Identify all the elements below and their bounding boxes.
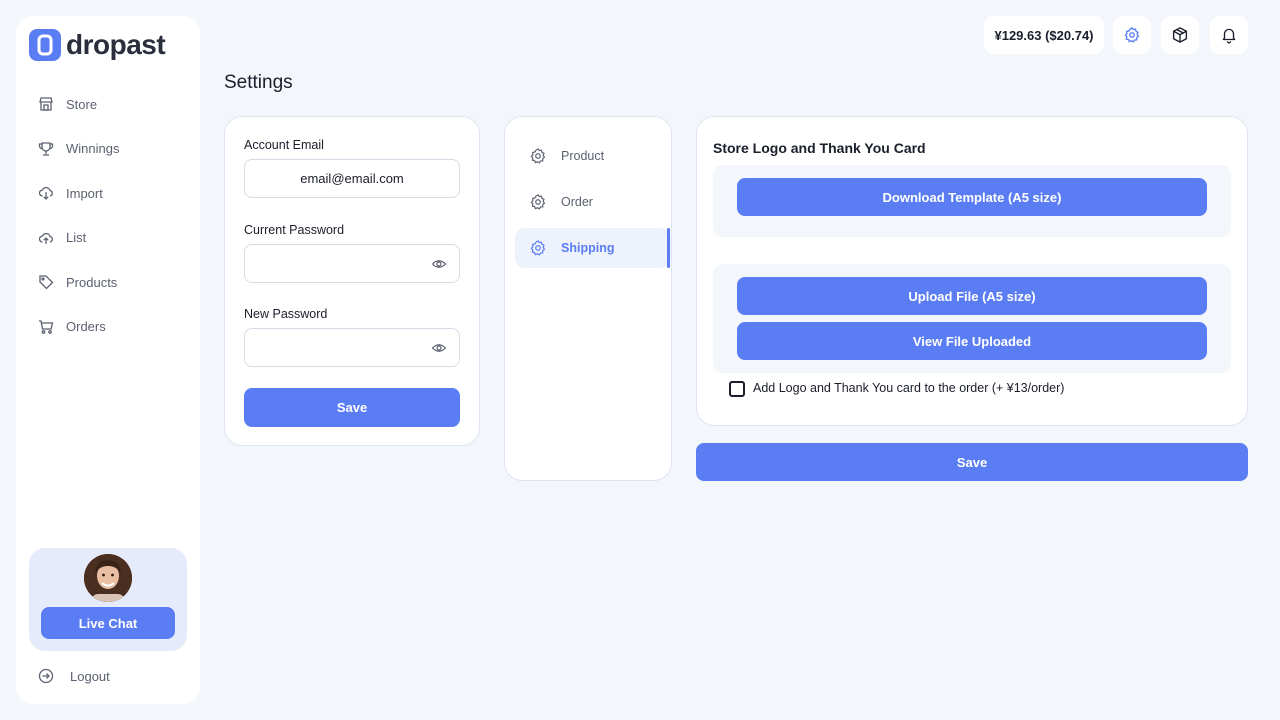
sidebar-item-products[interactable]: Products: [16, 260, 200, 305]
bell-icon: [1222, 28, 1236, 44]
section-title: Store Logo and Thank You Card: [713, 140, 926, 156]
save-account-button[interactable]: Save: [244, 388, 460, 427]
logout-icon: [38, 668, 54, 684]
gear-icon: [530, 148, 546, 164]
current-password-field[interactable]: [244, 244, 460, 283]
live-chat-button[interactable]: Live Chat: [41, 607, 175, 639]
sidebar-item-label: List: [66, 230, 87, 246]
save-shipping-button[interactable]: Save: [696, 443, 1248, 481]
tag-icon: [39, 275, 54, 290]
email-label: Account Email: [244, 138, 324, 152]
sidebar-item-winnings[interactable]: Winnings: [16, 127, 200, 172]
settings-tabs-card: Product Order Shipping: [504, 116, 672, 481]
logout-button[interactable]: Logout: [38, 668, 110, 684]
packages-button[interactable]: [1161, 16, 1199, 54]
current-password-label: Current Password: [244, 223, 345, 237]
page-title: Settings: [224, 72, 293, 93]
account-card: Account Email Current Password New Passw…: [224, 116, 480, 446]
new-password-label: New Password: [244, 307, 328, 321]
add-logo-checkbox-label[interactable]: Add Logo and Thank You card to the order…: [753, 381, 1064, 395]
sidebar-item-import[interactable]: Import: [16, 171, 200, 216]
sidebar-item-label: Orders: [66, 319, 106, 335]
add-logo-checkbox[interactable]: [729, 381, 745, 397]
tab-shipping[interactable]: Shipping: [515, 228, 671, 268]
shipping-settings-card: Store Logo and Thank You Card Download T…: [696, 116, 1248, 426]
gear-icon: [530, 240, 546, 256]
sidebar-item-orders[interactable]: Orders: [16, 305, 200, 350]
avatar: [84, 554, 132, 602]
eye-icon[interactable]: [431, 256, 447, 272]
brand-name: dropast: [66, 29, 166, 60]
logo-mark-icon: [29, 29, 61, 61]
sidebar-item-label: Import: [66, 185, 103, 201]
view-file-button[interactable]: View File Uploaded: [737, 322, 1207, 360]
logout-label: Logout: [70, 668, 110, 684]
tab-label: Shipping: [561, 241, 615, 255]
template-panel: Download Template (A5 size): [713, 165, 1231, 237]
brand-logo[interactable]: dropast: [29, 29, 166, 61]
sidebar-item-label: Winnings: [66, 141, 120, 157]
tab-product[interactable]: Product: [515, 136, 671, 176]
store-icon: [39, 97, 53, 111]
gear-icon: [530, 194, 546, 210]
eye-icon[interactable]: [431, 340, 447, 356]
download-template-button[interactable]: Download Template (A5 size): [737, 178, 1207, 216]
trophy-icon: [38, 142, 54, 156]
email-field[interactable]: [244, 159, 460, 198]
upload-panel: Upload File (A5 size) View File Uploaded: [713, 264, 1231, 373]
box-icon: [1172, 27, 1188, 43]
active-tab-indicator: [667, 228, 670, 268]
tab-label: Order: [561, 195, 593, 209]
notifications-button[interactable]: [1210, 16, 1248, 54]
wallet-balance[interactable]: ¥129.63 ($20.74): [984, 16, 1104, 54]
live-chat-card: Live Chat: [29, 548, 187, 651]
sidebar-item-store[interactable]: Store: [16, 82, 200, 127]
sidebar-nav: Store Winnings Import List Products Orde…: [16, 82, 200, 349]
cart-icon: [39, 320, 54, 334]
cloud-download-icon: [38, 187, 53, 201]
upload-file-button[interactable]: Upload File (A5 size): [737, 277, 1207, 315]
new-password-field[interactable]: [244, 328, 460, 367]
sidebar: dropast Store Winnings Import List Produ…: [16, 16, 200, 704]
cloud-upload-icon: [38, 232, 53, 244]
sidebar-item-label: Store: [66, 96, 98, 112]
settings-button[interactable]: [1113, 16, 1151, 54]
sidebar-item-label: Products: [66, 274, 118, 290]
gear-icon: [1124, 26, 1140, 43]
tab-label: Product: [561, 149, 605, 163]
tab-order[interactable]: Order: [515, 182, 671, 222]
sidebar-item-list[interactable]: List: [16, 216, 200, 261]
